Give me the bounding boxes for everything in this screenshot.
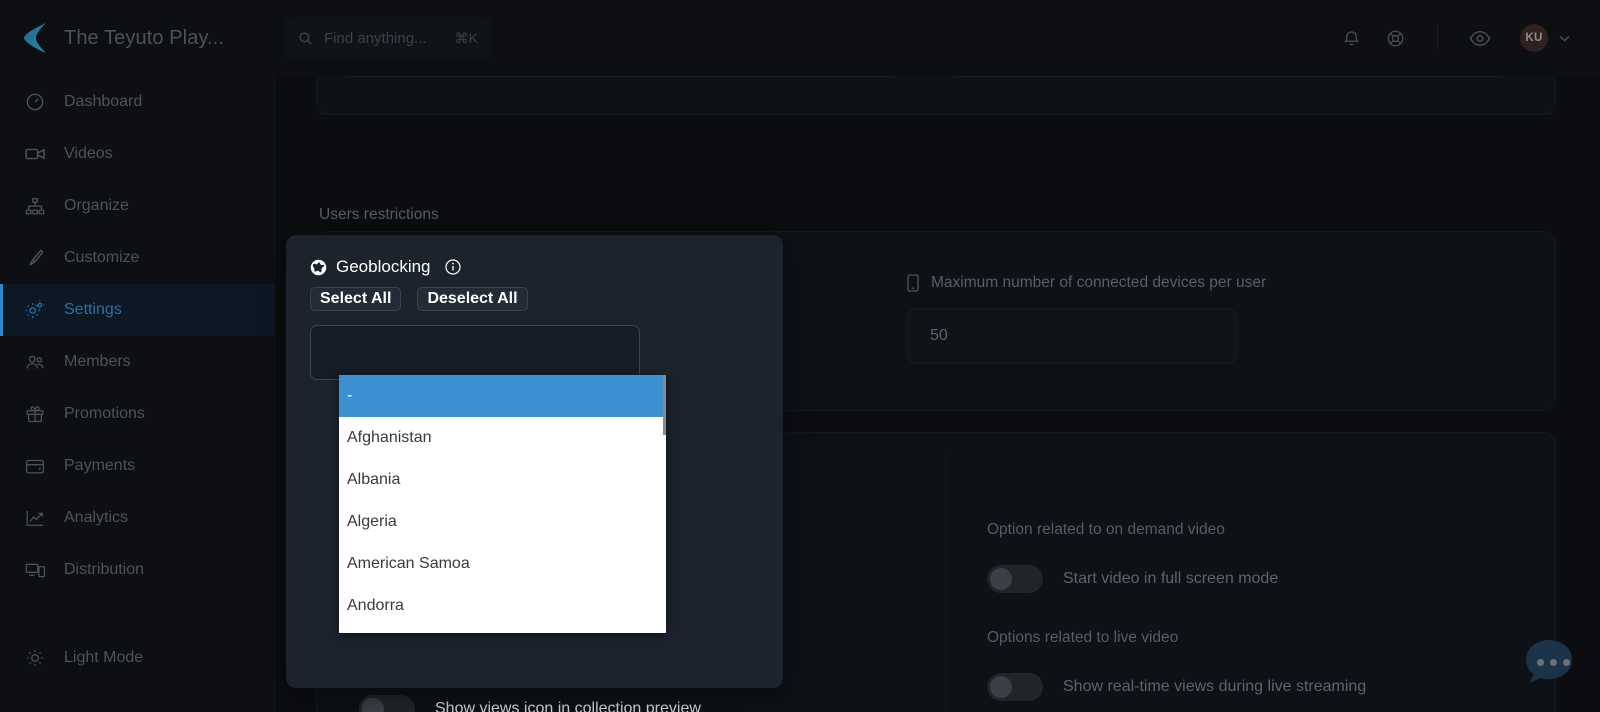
dropdown-option[interactable]: Andorra (339, 585, 666, 627)
toggle-row[interactable]: Show views icon in collection preview (359, 695, 919, 712)
geoblocking-body: Geoblocking Select All Deselect All (286, 235, 783, 380)
chat-fab-button[interactable] (1522, 636, 1576, 690)
sidebar-item-distribution[interactable]: Distribution (0, 544, 274, 596)
toggle-show-realtime-views-live[interactable] (987, 673, 1043, 701)
fab-dots (1537, 659, 1570, 666)
privacy-url-input[interactable]: https://teyuto.com/legal-docs#privac (947, 76, 1507, 77)
card-divider (317, 113, 1555, 114)
toggle-knob (990, 676, 1012, 698)
search-input[interactable]: Find anything... ⌘K (284, 17, 492, 59)
sidebar-item-label: Distribution (64, 561, 145, 578)
brush-icon (24, 247, 46, 269)
sidebar-item-label: Dashboard (64, 93, 143, 110)
sitemap-icon (24, 195, 46, 217)
sidebar-item-members[interactable]: Members (0, 336, 274, 388)
sidebar-item-settings[interactable]: Settings (0, 284, 274, 336)
eye-icon[interactable] (1458, 16, 1502, 60)
country-dropdown-list[interactable]: - Afghanistan Albania Algeria American S… (339, 375, 666, 633)
gauge-icon (24, 91, 46, 113)
sidebar-item-label: Organize (64, 197, 129, 214)
sun-icon (24, 647, 46, 669)
gift-icon (24, 403, 46, 425)
terms-url-input[interactable]: https://teyuto.com/legal-docs#terms (341, 76, 901, 77)
deselect-all-button[interactable]: Deselect All (417, 287, 528, 311)
brand-title: The Teyuto Play... (64, 26, 225, 49)
chat-bubble-icon (1522, 640, 1576, 694)
sidebar-item-label: Payments (64, 457, 136, 474)
dropdown-option[interactable]: Afghanistan (339, 417, 666, 459)
geoblocking-actions: Select All Deselect All (310, 287, 759, 311)
toggle-label: Start video in full screen mode (1063, 570, 1279, 587)
sidebar-item-dashboard[interactable]: Dashboard (0, 76, 274, 128)
preview-options-right: Option related to on demand video Start … (987, 521, 1547, 712)
brand[interactable]: The Teyuto Play... (0, 21, 275, 55)
teyuto-logo-icon (22, 21, 48, 55)
lifebuoy-icon[interactable] (1373, 16, 1417, 60)
chart-line-icon (24, 507, 46, 529)
sidebar-item-customize[interactable]: Customize (0, 232, 274, 284)
toggle-show-views-collection-preview[interactable] (359, 695, 415, 712)
sidebar-item-analytics[interactable]: Analytics (0, 492, 274, 544)
devices-icon (24, 559, 46, 581)
chevron-down-icon (1559, 29, 1570, 47)
sidebar-item-payments[interactable]: Payments (0, 440, 274, 492)
sidebar-item-label: Customize (64, 249, 140, 266)
toggle-start-video-fullscreen[interactable] (987, 565, 1043, 593)
legal-urls-row: https://teyuto.com/legal-docs#terms http… (317, 76, 1555, 77)
toggle-knob (362, 698, 384, 712)
sidebar-footer-label: Light Mode (64, 649, 144, 666)
search-icon (298, 31, 313, 46)
geoblocking-header: Geoblocking (310, 257, 759, 277)
globe-icon (310, 259, 327, 276)
dropdown-option[interactable]: - (339, 375, 666, 417)
dropdown-scrollbar[interactable] (663, 375, 666, 633)
sidebar-item-organize[interactable]: Organize (0, 180, 274, 232)
app-root: The Teyuto Play... Find anything... ⌘K K… (0, 0, 1600, 712)
legal-urls-card: https://teyuto.com/legal-docs#terms http… (316, 76, 1556, 115)
sidebar-item-promotions[interactable]: Promotions (0, 388, 274, 440)
sidebar-item-light-mode[interactable]: Light Mode (0, 632, 274, 684)
topbar-actions: KU (1329, 16, 1600, 60)
topbar-divider (1437, 26, 1438, 50)
geoblocking-selected-box[interactable] (310, 325, 640, 380)
user-menu[interactable]: KU (1520, 24, 1570, 52)
on-demand-heading: Option related to on demand video (987, 521, 1225, 538)
toggle-knob (990, 568, 1012, 590)
sidebar-item-label: Analytics (64, 509, 129, 526)
sidebar-item-label: Members (64, 353, 131, 370)
mobile-icon (907, 274, 921, 292)
gears-icon (24, 299, 46, 321)
sidebar-item-label: Videos (64, 145, 113, 162)
dropdown-option[interactable]: American Samoa (339, 543, 666, 585)
toggle-label: Show real-time views during live streami… (1063, 678, 1367, 695)
max-devices-label: Maximum number of connected devices per … (931, 274, 1267, 291)
dropdown-option[interactable]: Albania (339, 459, 666, 501)
sidebar-item-videos[interactable]: Videos (0, 128, 274, 180)
sidebar: Dashboard Videos Organize Customize Sett… (0, 76, 275, 712)
top-bar: The Teyuto Play... Find anything... ⌘K K… (0, 0, 1600, 76)
users-restrictions-heading: Users restrictions (319, 206, 439, 223)
max-devices-label-row: Maximum number of connected devices per … (907, 274, 1266, 292)
toggle-row[interactable]: Show real-time views during live streami… (987, 673, 1547, 701)
sidebar-item-label: Promotions (64, 405, 145, 422)
toggle-label: Show views icon in collection preview (435, 700, 701, 712)
geoblocking-title: Geoblocking (336, 257, 431, 276)
sidebar-item-label: Settings (64, 301, 122, 318)
wallet-icon (24, 455, 46, 477)
dropdown-option[interactable]: Algeria (339, 501, 666, 543)
toggle-row[interactable]: Start video in full screen mode (987, 565, 1547, 593)
search-shortcut: ⌘K (454, 29, 478, 46)
select-all-button[interactable]: Select All (310, 287, 402, 311)
video-camera-icon (24, 143, 46, 165)
column-divider (945, 451, 946, 712)
info-circle-icon[interactable] (444, 259, 461, 275)
users-icon (24, 351, 46, 373)
bell-icon[interactable] (1329, 16, 1373, 60)
max-devices-input[interactable]: 50 (907, 308, 1237, 364)
avatar: KU (1520, 24, 1548, 52)
search-placeholder: Find anything... (324, 29, 427, 47)
live-video-heading: Options related to live video (987, 629, 1179, 646)
